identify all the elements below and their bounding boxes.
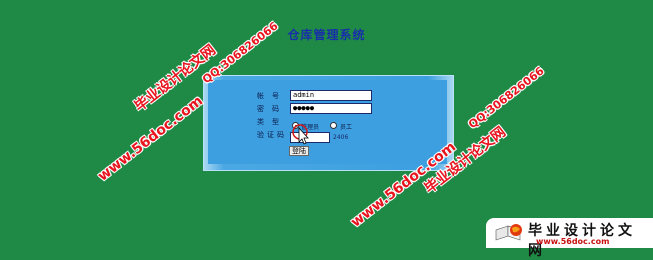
captcha-image: 2406 — [333, 134, 349, 141]
account-input[interactable]: admin — [290, 90, 372, 101]
password-input[interactable]: ●●●●● — [290, 103, 372, 114]
brand-banner: 毕业设计论文网 www.56doc.com — [486, 218, 653, 259]
radio-staff[interactable] — [330, 122, 337, 129]
password-label: 密码 — [257, 105, 287, 113]
type-label: 类型 — [257, 118, 287, 126]
brand-url: www.56doc.com — [536, 237, 610, 246]
book-globe-logo-icon — [495, 224, 522, 241]
watermark-qq: QQ:306826066 — [466, 64, 547, 132]
radio-staff-label: 员工 — [340, 124, 353, 131]
account-label: 帐号 — [257, 92, 287, 100]
mouse-cursor-icon — [292, 124, 309, 145]
captcha-label: 验证码 — [257, 131, 287, 139]
page-title: 仓库管理系统 — [287, 28, 366, 42]
